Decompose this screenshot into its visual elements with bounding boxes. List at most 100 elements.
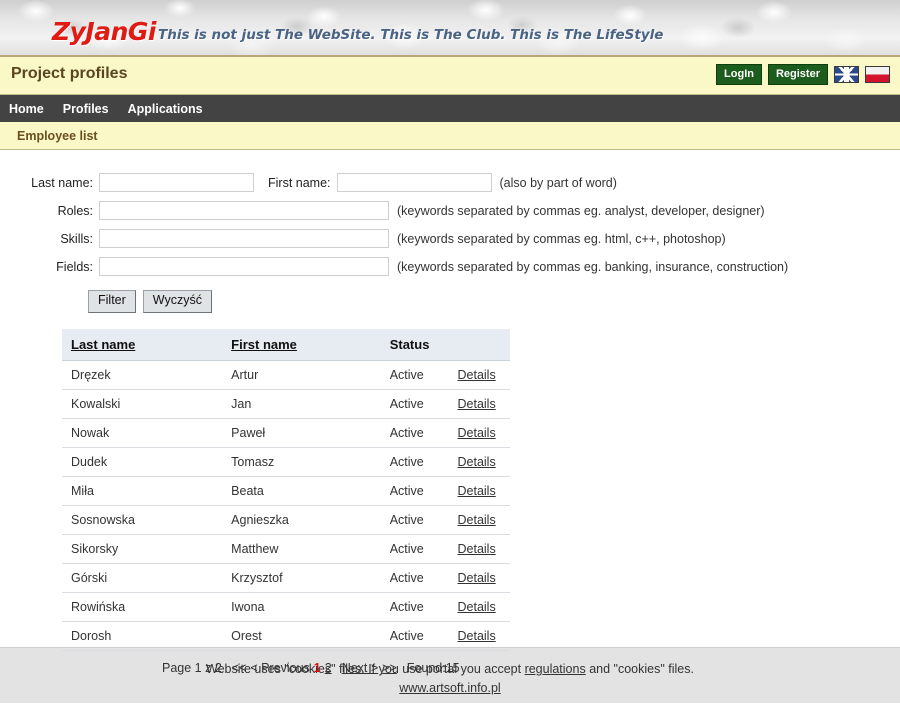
last-name-input[interactable] (99, 173, 254, 192)
cell-status: Active (380, 389, 449, 419)
cell-first-name: Orest (222, 621, 381, 651)
cell-first-name: Beata (222, 476, 381, 506)
skills-input[interactable] (99, 229, 389, 248)
last-name-label: Last name: (31, 175, 93, 190)
table-row: Miła Beata Active Details (62, 476, 510, 506)
flag-uk-icon[interactable] (834, 66, 859, 84)
cell-first-name: Iwona (222, 592, 381, 622)
flag-poland-icon[interactable] (865, 66, 890, 84)
site-banner: ZyJanGi This is not just The WebSite. Th… (0, 0, 900, 57)
column-header-first-name[interactable]: First name (222, 328, 381, 361)
cell-details: Details (448, 505, 510, 535)
skills-label: Skills: (60, 231, 93, 246)
pagination: Page 1 z 2 << < Previous 1 2 Next > >> F… (62, 661, 900, 675)
nav-item-profiles[interactable]: Profiles (63, 102, 109, 116)
cell-status: Active (380, 621, 449, 651)
pagination-next[interactable]: Next > (342, 661, 378, 675)
cell-last-name: Miła (62, 476, 223, 506)
employee-table: Last name First name Status Dręzek Artur… (62, 328, 510, 651)
details-link[interactable]: Details (458, 571, 496, 585)
details-link[interactable]: Details (458, 426, 496, 440)
table-row: Kowalski Jan Active Details (62, 389, 510, 419)
nav-item-home[interactable]: Home (9, 102, 44, 116)
column-header-actions (448, 328, 510, 361)
column-header-first-name-label[interactable]: First name (231, 337, 297, 352)
pagination-prev: < Previous (250, 660, 310, 675)
site-url-link[interactable]: www.artsoft.info.pl (399, 681, 500, 695)
first-name-input[interactable] (336, 173, 492, 192)
table-row: Dręzek Artur Active Details (62, 360, 510, 390)
fields-filter-row: Fields: (keywords separated by commas eg… (0, 257, 900, 276)
details-link[interactable]: Details (458, 484, 496, 498)
details-link[interactable]: Details (458, 368, 496, 382)
clear-button[interactable]: Wyczyść (142, 290, 212, 313)
details-link[interactable]: Details (458, 629, 496, 643)
table-row: Sikorsky Matthew Active Details (62, 534, 510, 564)
table-row: Nowak Paweł Active Details (62, 418, 510, 448)
pagination-last[interactable]: >> (382, 661, 397, 675)
cell-last-name: Górski (62, 563, 223, 593)
cell-first-name: Artur (222, 360, 381, 390)
cell-details: Details (448, 447, 510, 477)
form-buttons: Filter Wyczyść (0, 290, 900, 313)
breadcrumb-label: Employee list (17, 128, 98, 143)
cell-status: Active (380, 563, 449, 593)
details-link[interactable]: Details (458, 600, 496, 614)
table-row: Dudek Tomasz Active Details (62, 447, 510, 477)
site-logo: ZyJanGi (52, 17, 156, 46)
pagination-page-label: Page 1 z 2 (162, 660, 222, 675)
column-header-status: Status (380, 328, 449, 361)
employee-filter-form: Last name: First name: (also by part of … (0, 150, 900, 313)
cell-status: Active (380, 505, 449, 535)
pagination-page-2[interactable]: 2 (325, 661, 332, 675)
cell-first-name: Tomasz (222, 447, 381, 477)
cell-details: Details (448, 476, 510, 506)
cell-details: Details (448, 534, 510, 564)
main-content: Last name: First name: (also by part of … (0, 150, 900, 675)
cell-first-name: Paweł (222, 418, 381, 448)
page-title: Project profiles (11, 65, 128, 82)
details-link[interactable]: Details (458, 397, 496, 411)
cell-last-name: Nowak (62, 418, 223, 448)
cell-first-name: Jan (222, 389, 381, 419)
cell-status: Active (380, 447, 449, 477)
register-button[interactable]: Register (767, 64, 828, 86)
employee-table-wrapper: Last name First name Status Dręzek Artur… (0, 328, 900, 675)
first-name-label: First name: (268, 175, 331, 190)
filter-button[interactable]: Filter (88, 290, 136, 313)
cell-first-name: Krzysztof (222, 563, 381, 593)
main-navigation: Home Profiles Applications (0, 95, 900, 122)
cell-status: Active (380, 592, 449, 622)
login-button[interactable]: LogIn (716, 64, 762, 86)
cell-details: Details (448, 389, 510, 419)
column-header-last-name-label[interactable]: Last name (71, 337, 135, 352)
cell-last-name: Dudek (62, 447, 223, 477)
details-link[interactable]: Details (458, 542, 496, 556)
roles-input[interactable] (99, 201, 389, 220)
pagination-first: << (231, 660, 247, 675)
employee-table-body: Dręzek Artur Active Details Kowalski Jan… (62, 360, 510, 651)
skills-hint: (keywords separated by commas eg. html, … (397, 231, 726, 246)
site-tagline: This is not just The WebSite. This is Th… (158, 27, 664, 43)
fields-label: Fields: (56, 259, 93, 274)
column-header-status-label: Status (389, 336, 430, 352)
breadcrumb: Employee list (0, 122, 900, 150)
table-header-row: Last name First name Status (62, 328, 510, 361)
column-header-last-name[interactable]: Last name (62, 328, 223, 361)
table-row: Górski Krzysztof Active Details (62, 563, 510, 593)
roles-label: Roles: (57, 203, 93, 218)
footer-site-link-wrapper: www.artsoft.info.pl (0, 681, 900, 695)
cell-first-name: Matthew (222, 534, 381, 564)
cell-last-name: Rowińska (62, 592, 223, 622)
title-bar-actions: LogIn Register (716, 64, 890, 86)
roles-filter-row: Roles: (keywords separated by commas eg.… (0, 201, 900, 220)
details-link[interactable]: Details (458, 455, 496, 469)
title-bar: Project profiles LogIn Register (0, 57, 900, 95)
name-filter-row: Last name: First name: (also by part of … (0, 173, 900, 192)
nav-item-applications[interactable]: Applications (128, 102, 203, 116)
pagination-found-count: Found:15 (406, 660, 460, 675)
details-link[interactable]: Details (458, 513, 496, 527)
fields-input[interactable] (99, 257, 389, 276)
cell-status: Active (380, 476, 449, 506)
table-row: Sosnowska Agnieszka Active Details (62, 505, 510, 535)
